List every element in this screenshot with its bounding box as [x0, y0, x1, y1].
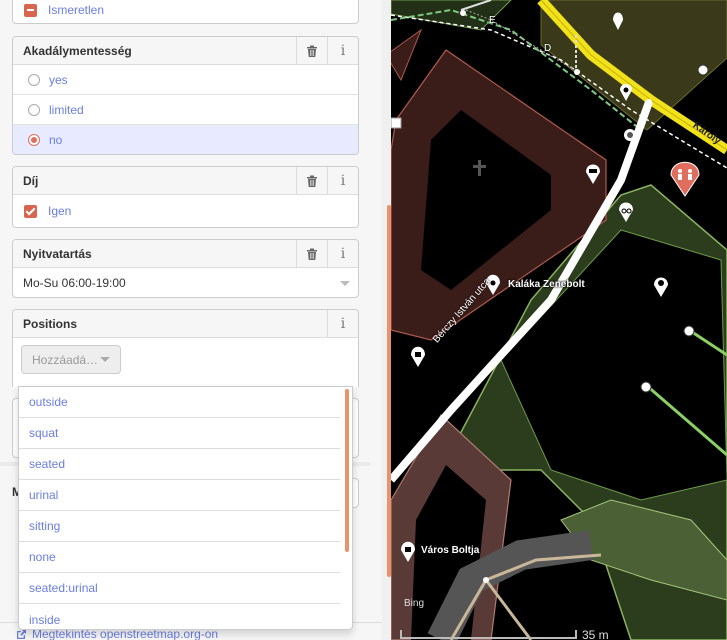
positions-dropdown-menu[interactable]: outside squat seated urinal sitting none…: [18, 386, 353, 630]
radio-button-selected[interactable]: [28, 134, 40, 146]
map-view[interactable]: Bérczy István utca Károly E D Kaláka Zen…: [391, 0, 727, 640]
opening-hours-info-button[interactable]: i: [327, 240, 358, 268]
dropdown-option[interactable]: outside: [19, 387, 340, 418]
accessibility-option-yes[interactable]: yes: [13, 65, 358, 95]
road-letter-label: E: [489, 15, 496, 26]
scale-label: 35 m: [582, 628, 609, 640]
remove-accessibility-button[interactable]: [296, 37, 327, 65]
accessibility-title: Akadálymentesség: [23, 43, 132, 58]
park-area: [540, 0, 727, 131]
map-node: [640, 381, 652, 393]
map-node: [460, 10, 466, 16]
radio-button[interactable]: [28, 103, 40, 116]
positions-header: Positions i: [13, 310, 358, 338]
radio-button[interactable]: [28, 73, 40, 86]
trash-icon: [307, 175, 317, 187]
remove-fee-button[interactable]: [296, 167, 327, 195]
fee-field: Díj i Igen: [12, 166, 359, 228]
opening-hours-input[interactable]: Mo-Su 06:00-19:00: [13, 268, 358, 297]
info-icon: i: [340, 245, 346, 262]
crossing-icon: [624, 129, 636, 141]
opening-hours-field: Nyitvatartás i Mo-Su 06:00-19:00: [12, 239, 359, 298]
positions-field: Positions i Hozzáadá…: [12, 309, 359, 387]
positions-title: Positions: [23, 316, 78, 331]
dropdown-option[interactable]: none: [19, 542, 340, 573]
fee-value-label: Igen: [48, 204, 72, 218]
map-node: [646, 99, 652, 105]
chevron-down-icon[interactable]: [340, 280, 350, 286]
fee-check-row[interactable]: Igen: [13, 195, 358, 227]
dropdown-option[interactable]: inside: [19, 604, 340, 629]
info-icon: i: [340, 42, 346, 59]
option-label: limited: [49, 102, 84, 117]
accessibility-header: Akadálymentesség i: [13, 37, 358, 65]
option-label: no: [49, 133, 63, 147]
map-node: [574, 69, 580, 75]
dropdown-scrollbar[interactable]: [345, 389, 349, 552]
fee-checkbox[interactable]: [24, 204, 37, 218]
accessibility-option-no[interactable]: no: [13, 125, 358, 154]
info-icon: i: [340, 315, 346, 332]
opening-hours-value[interactable]: Mo-Su 06:00-19:00: [23, 276, 340, 290]
opening-hours-title: Nyitvatartás: [23, 246, 92, 261]
chevron-down-icon[interactable]: [100, 357, 110, 362]
external-link-icon: [17, 629, 26, 639]
road-sign-icon: [391, 117, 402, 129]
trash-icon: [307, 248, 317, 260]
shop-label: Város Boltja: [421, 545, 480, 556]
remove-opening-hours-button[interactable]: [296, 240, 327, 268]
positions-info-button[interactable]: i: [327, 310, 358, 338]
dropdown-option[interactable]: sitting: [19, 511, 340, 542]
accessibility-field: Akadálymentesség i yes limited no: [12, 36, 359, 155]
toilets-pin-selected-icon: [670, 161, 700, 197]
imagery-attribution[interactable]: Bing: [404, 598, 424, 609]
unknown-option-label: Ismeretlen: [48, 3, 105, 17]
unknown-option-row[interactable]: Ismeretlen: [13, 0, 358, 23]
opening-hours-header: Nyitvatartás i: [13, 240, 358, 268]
map-node: [483, 577, 489, 583]
building: [391, 28, 423, 82]
unknown-checkbox[interactable]: [24, 3, 37, 17]
fee-info-button[interactable]: i: [327, 167, 358, 195]
poi-pin-icon: [411, 346, 425, 367]
sidebar: Ismeretlen Akadálymentesség i yes limite…: [0, 0, 391, 640]
accessibility-info-button[interactable]: i: [327, 37, 358, 65]
option-label: yes: [49, 72, 68, 87]
dropdown-option[interactable]: squat: [19, 418, 340, 449]
dropdown-option[interactable]: urinal: [19, 480, 340, 511]
fee-title: Díj: [23, 173, 39, 188]
map-canvas[interactable]: [391, 0, 727, 640]
road-letter-label: D: [544, 43, 552, 54]
info-icon: i: [340, 172, 346, 189]
map-node: [683, 325, 695, 337]
positions-combobox[interactable]: Hozzáadá…: [21, 345, 121, 374]
trash-icon: [307, 45, 317, 57]
dropdown-option[interactable]: seated:urinal: [19, 573, 340, 604]
fee-header: Díj i: [13, 167, 358, 195]
positions-placeholder[interactable]: Hozzáadá…: [32, 353, 100, 367]
unknown-option-field: Ismeretlen: [12, 0, 359, 24]
positions-combo-area: Hozzáadá…: [13, 338, 358, 380]
music-shop-label: Kaláka Zenebolt: [508, 279, 585, 290]
accessibility-option-limited[interactable]: limited: [13, 95, 358, 125]
dropdown-option[interactable]: seated: [19, 449, 340, 480]
map-node: [697, 64, 709, 76]
